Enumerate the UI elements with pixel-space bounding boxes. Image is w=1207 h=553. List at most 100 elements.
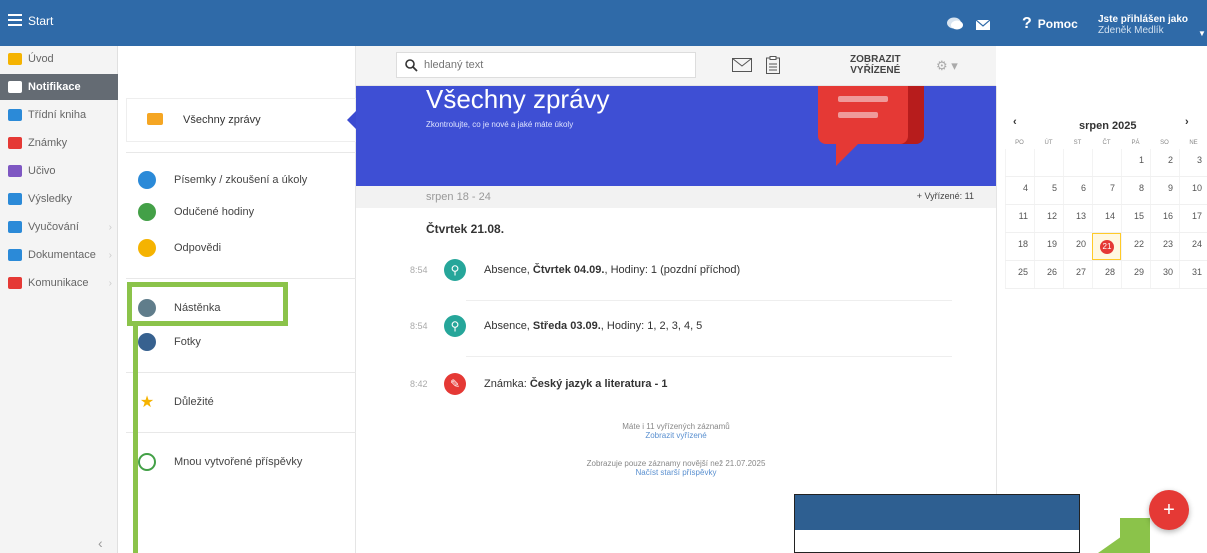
chevron-left-icon[interactable]: ‹: [1013, 116, 1017, 128]
filter-item-2[interactable]: Odpovědi: [138, 234, 221, 262]
chevron-right-icon[interactable]: ›: [1185, 116, 1189, 128]
calendar-day[interactable]: 18: [1005, 233, 1034, 260]
calendar-day[interactable]: 16: [1150, 205, 1179, 232]
today-marker: 21: [1100, 240, 1114, 254]
calendar-day[interactable]: 14: [1092, 205, 1121, 232]
calendar-day[interactable]: 23: [1150, 233, 1179, 260]
filter-item-0[interactable]: Písemky / zkoušení a úkoly: [138, 166, 307, 194]
calendar-week: 18 19 20 21 22 23 24: [1005, 233, 1207, 261]
calendar-day[interactable]: 21: [1092, 233, 1121, 260]
sidebar-item-7[interactable]: Dokumentace ›: [0, 242, 118, 268]
sidebar-item-1[interactable]: Notifikace: [0, 74, 118, 100]
calendar-day[interactable]: 9: [1150, 177, 1179, 204]
exam-icon: [138, 171, 156, 189]
calendar-day[interactable]: 11: [1005, 205, 1034, 232]
weekday-header: PO ÚT ST ČT PÁ SO NE: [1005, 140, 1207, 146]
weekday-label: SO: [1160, 140, 1169, 146]
user-info[interactable]: Jste přihlášen jako Zdeněk Medlík: [1098, 14, 1188, 36]
calendar-day[interactable]: 31: [1179, 261, 1207, 288]
search-input[interactable]: [424, 59, 684, 71]
sidebar-item-0[interactable]: Úvod: [0, 46, 118, 72]
load-older-link[interactable]: Načíst starší příspěvky: [356, 468, 996, 477]
filter-item-5[interactable]: ★ Důležité: [138, 388, 214, 416]
sidebar-item-5[interactable]: Výsledky: [0, 186, 118, 212]
calendar-day[interactable]: 28: [1092, 261, 1121, 288]
week-header: srpen 18 - 24 + Vyřízené: 11: [356, 186, 996, 208]
collapse-sidebar-icon[interactable]: ‹: [98, 535, 103, 551]
start-link[interactable]: Start: [28, 14, 53, 28]
calendar-week: 123: [1005, 149, 1207, 177]
filter-item-4[interactable]: Fotky: [138, 328, 201, 356]
envelope-icon[interactable]: [732, 58, 752, 72]
highlight-line: [133, 326, 138, 553]
hamburger-menu-icon[interactable]: [8, 14, 22, 26]
filter-item-1[interactable]: Odučené hodiny: [138, 198, 254, 226]
mail-icon[interactable]: [976, 20, 990, 30]
calendar-day[interactable]: 5: [1034, 177, 1063, 204]
calendar-day[interactable]: 13: [1063, 205, 1092, 232]
divider: [126, 278, 356, 279]
add-button[interactable]: +: [1149, 490, 1189, 530]
entry-highlight: Středa 03.09.: [532, 320, 601, 332]
highlight-box: [127, 282, 288, 326]
sidebar-item-label: Známky: [28, 137, 68, 149]
filter-item-6[interactable]: Mnou vytvořené příspěvky: [138, 448, 302, 476]
filter-label: Odučené hodiny: [174, 206, 255, 218]
weekday-label: ST: [1073, 140, 1082, 146]
gear-icon[interactable]: ⚙ ▾: [936, 58, 958, 74]
graduation-icon: [8, 165, 22, 177]
calendar-day[interactable]: 20: [1063, 233, 1092, 260]
classroom-icon: [8, 221, 22, 233]
calendar-day[interactable]: 22: [1121, 233, 1150, 260]
clipboard-icon[interactable]: [766, 56, 780, 74]
calendar-day[interactable]: 26: [1034, 261, 1063, 288]
page-subtitle: Zkontrolujte, co je nové a jaké máte úko…: [426, 120, 574, 129]
feed-entry[interactable]: 8:54 ⚲ Absence, Čtvrtek 04.09., Hodiny: 1 …: [410, 256, 970, 284]
filter-all-messages[interactable]: Všechny zprávy: [126, 98, 356, 142]
calendar-day[interactable]: 1: [1121, 149, 1150, 176]
chevron-down-icon[interactable]: ▼: [1198, 29, 1206, 38]
entry-text: Absence, Čtvrtek 04.09., Hodiny: 1 (pozd…: [484, 264, 740, 276]
calendar-week: 4 5 6 7 8 9 10: [1005, 177, 1207, 205]
calendar-day[interactable]: 29: [1121, 261, 1150, 288]
calendar-day[interactable]: 30: [1150, 261, 1179, 288]
sidebar-item-3[interactable]: Známky: [0, 130, 118, 156]
week-range: srpen 18 - 24: [426, 191, 491, 203]
chat-icon[interactable]: [947, 17, 963, 31]
calendar-day[interactable]: 2: [1150, 149, 1179, 176]
sidebar-item-8[interactable]: Komunikace ›: [0, 270, 118, 296]
calendar-day[interactable]: 4: [1005, 177, 1034, 204]
popup-window[interactable]: [794, 494, 1080, 553]
calendar-day[interactable]: 24: [1179, 233, 1207, 260]
calendar-day[interactable]: 17: [1179, 205, 1207, 232]
show-resolved-button[interactable]: ZOBRAZIT VYŘÍZENÉ: [850, 54, 901, 76]
calendar-day[interactable]: 15: [1121, 205, 1150, 232]
sidebar-item-2[interactable]: Třídní kniha: [0, 102, 118, 128]
feed-entry[interactable]: 8:54 ⚲ Absence, Středa 03.09., Hodiny: 1, …: [410, 312, 970, 340]
calendar-day[interactable]: 12: [1034, 205, 1063, 232]
calendar-day[interactable]: 25: [1005, 261, 1034, 288]
calendar-day[interactable]: 8: [1121, 177, 1150, 204]
sidebar-item-label: Komunikace: [28, 277, 89, 289]
calendar-day[interactable]: 10: [1179, 177, 1207, 204]
clock-icon: [138, 453, 156, 471]
calendar-day[interactable]: 3: [1179, 149, 1207, 176]
resolved-count-link[interactable]: + Vyřízené: 11: [917, 191, 974, 201]
help-button[interactable]: ? Pomoc: [1022, 15, 1078, 33]
calendar-day[interactable]: 6: [1063, 177, 1092, 204]
entry-suffix: , Hodiny: 1 (pozdní příchod): [604, 264, 741, 276]
calendar-day[interactable]: 19: [1034, 233, 1063, 260]
feed-entry[interactable]: 8:42 ✎ Známka: Český jazyk a literatura - …: [410, 370, 970, 398]
entry-suffix: , Hodiny: 1, 2, 3, 4, 5: [600, 320, 703, 332]
sidebar-item-label: Úvod: [28, 53, 54, 65]
photo-icon: [138, 333, 156, 351]
sidebar-item-4[interactable]: Učivo: [0, 158, 118, 184]
star-icon: [8, 53, 22, 65]
calendar-day: [1005, 149, 1034, 176]
calendar-day[interactable]: 27: [1063, 261, 1092, 288]
grade-icon: ✎: [444, 373, 466, 395]
calendar-day[interactable]: 7: [1092, 177, 1121, 204]
show-resolved-link[interactable]: Zobrazit vyřízené: [356, 431, 996, 440]
sidebar-item-6[interactable]: Vyučování ›: [0, 214, 118, 240]
search-box[interactable]: [396, 52, 696, 78]
